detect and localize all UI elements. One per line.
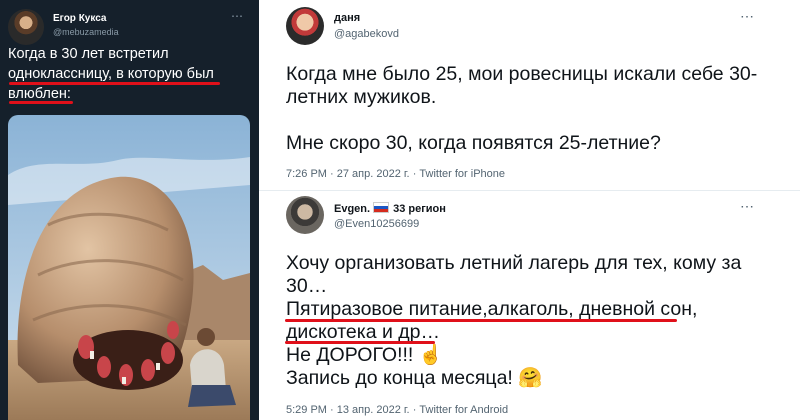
tweet-meta: 5:29 PM · 13 апр. 2022 г. · Twitter for … (286, 404, 508, 416)
separator: · (412, 168, 417, 180)
author-handle[interactable]: @agabekovd (334, 28, 399, 40)
tweet-line: Не ДОРОГО!!! ☝️ (286, 344, 444, 366)
tweet-line: одноклассницу, в которую был (8, 66, 214, 82)
more-options-icon[interactable]: ⋯ (740, 8, 755, 25)
separator: · (330, 168, 334, 180)
tweet-text: Мне скоро 30, когда появятся 25-летние? (286, 132, 796, 155)
author-name-text: Evgen. (334, 203, 371, 215)
avatar[interactable] (286, 196, 324, 234)
tweet-line: Когда в 30 лет встретил (8, 46, 169, 62)
russian-flag-icon (373, 202, 390, 213)
tweet-source[interactable]: Twitter for Android (419, 404, 508, 416)
more-options-icon[interactable]: ⋯ (231, 9, 244, 23)
divider (259, 190, 800, 191)
creature-photo-illustration (8, 115, 250, 420)
tweet-line: Пятиразовое питание,алкаголь, дневной со… (286, 298, 698, 320)
tweet-photo[interactable] (8, 115, 250, 420)
tweet-line: Запись до конца месяца! 🤗 (286, 367, 543, 389)
left-tweet-card: Егор Кукса @mebuzamedia ⋯ Когда в 30 лет… (0, 0, 259, 420)
avatar[interactable] (286, 7, 324, 45)
highlight-underline (285, 319, 677, 322)
tweet-text: Когда мне было 25, мои ровесницы искали … (286, 63, 796, 109)
author-name[interactable]: Егор Кукса (53, 13, 106, 24)
tweet-time[interactable]: 7:26 PM (286, 168, 327, 180)
separator: · (330, 404, 334, 416)
tweet-text: Когда в 30 лет встретил одноклассницу, в… (8, 44, 254, 104)
author-handle[interactable]: @Even10256699 (334, 218, 419, 230)
tweet-meta: 7:26 PM · 27 апр. 2022 г. · Twitter for … (286, 168, 505, 180)
tweet-line: Мне скоро 30, когда появятся 25-летние? (286, 132, 661, 154)
tweet-line: Когда мне было 25, мои ровесницы искали … (286, 63, 758, 85)
more-options-icon[interactable]: ⋯ (740, 198, 755, 215)
highlight-underline (9, 82, 220, 85)
tweet-source[interactable]: Twitter for iPhone (419, 168, 505, 180)
author-name[interactable]: даня (334, 12, 360, 24)
avatar[interactable] (8, 9, 44, 45)
tweet-date[interactable]: 27 апр. 2022 г. (337, 168, 410, 180)
highlight-underline (285, 341, 435, 344)
tweet-line: 30… (286, 275, 328, 297)
tweet-line: летних мужиков. (286, 86, 437, 108)
author-name[interactable]: Evgen. 33 регион (334, 202, 446, 215)
author-handle[interactable]: @mebuzamedia (53, 27, 119, 37)
right-tweets-panel: даня @agabekovd ⋯ Когда мне было 25, мои… (259, 0, 800, 420)
tweet-line: Хочу организовать летний лагерь для тех,… (286, 252, 742, 274)
tweet-date[interactable]: 13 апр. 2022 г. (337, 404, 410, 416)
author-name-suffix: 33 регион (393, 203, 446, 215)
highlight-underline (9, 101, 73, 104)
tweet-time[interactable]: 5:29 PM (286, 404, 327, 416)
separator: · (412, 404, 417, 416)
